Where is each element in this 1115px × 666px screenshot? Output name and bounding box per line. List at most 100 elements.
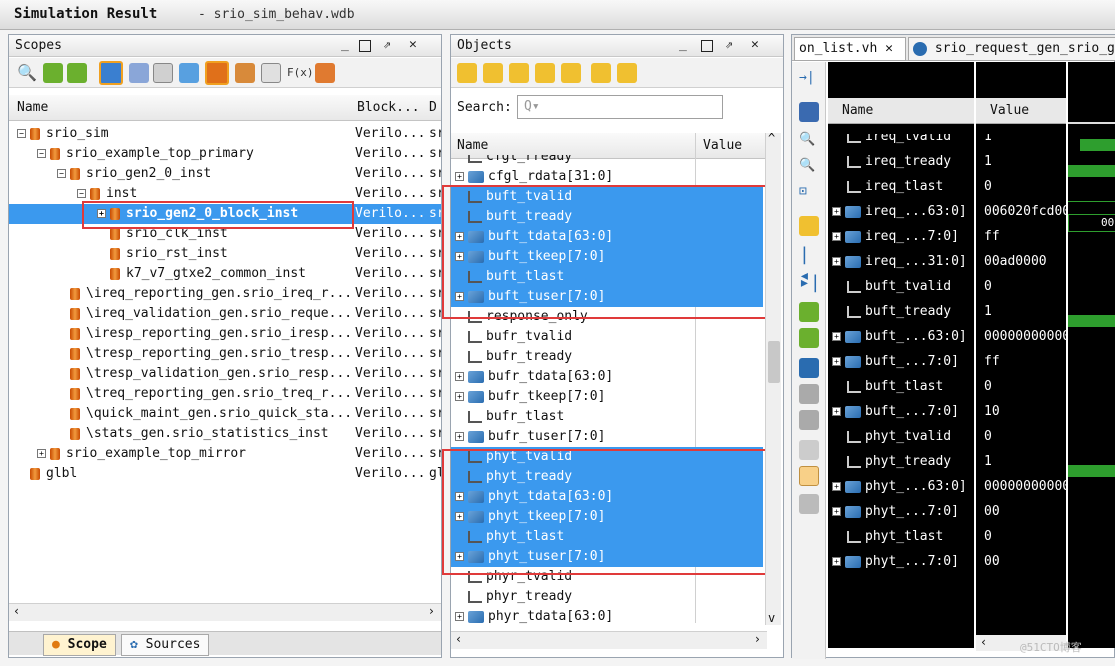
floating-ruler-icon[interactable] [799, 494, 819, 514]
goto-time-icon[interactable] [799, 216, 819, 236]
snap-transition-icon[interactable] [799, 466, 819, 486]
wave-signal-name[interactable]: ireq_tvalid [828, 134, 974, 149]
expand-icon[interactable]: + [832, 207, 841, 216]
scope-row[interactable]: \quick_maint_gen.srio_quick_sta... Verilo… [9, 404, 441, 424]
object-row[interactable]: bufr_tlast [451, 407, 763, 427]
zoom-in-icon[interactable]: 🔍 [799, 132, 819, 152]
input-filter-icon[interactable] [483, 63, 503, 83]
scope-row[interactable]: srio_rst_inst Verilo... sr [9, 244, 441, 264]
objects-vscroll[interactable]: ^ v [765, 131, 781, 625]
close-icon[interactable]: ✕ [751, 37, 759, 52]
minimize-icon[interactable]: _ [679, 37, 687, 52]
tab-on-list[interactable]: on_list.vh ✕ [794, 37, 906, 61]
collapse-icon[interactable]: − [37, 149, 46, 158]
wave-signal-name[interactable]: phyt_tvalid [828, 424, 974, 449]
minimize-icon[interactable]: _ [341, 37, 349, 52]
tab-sources[interactable]: ✿ Sources [121, 634, 210, 656]
swap-cursors-icon[interactable] [799, 440, 819, 460]
object-row[interactable]: bufr_tvalid [451, 327, 763, 347]
object-row[interactable]: + phyr_tdata[63:0] [451, 607, 763, 625]
wave-signal-name[interactable]: ireq_tlast [828, 174, 974, 199]
wave-col-name-header[interactable]: Name [828, 98, 974, 124]
search-icon[interactable] [457, 63, 477, 83]
search-input[interactable]: Q▾ [517, 95, 723, 119]
instance-filter-icon[interactable] [129, 63, 149, 83]
wave-signal-name[interactable]: phyt_tlast [828, 524, 974, 549]
scopes-col-block[interactable]: Block... [357, 100, 420, 115]
goto-cursor-icon[interactable]: →| [799, 70, 819, 90]
reload-icon[interactable] [315, 63, 335, 83]
expand-icon[interactable]: + [832, 232, 841, 241]
wave-signal-name[interactable]: buft_tlast [828, 374, 974, 399]
object-row[interactable]: + bufr_tdata[63:0] [451, 367, 763, 387]
object-row[interactable]: bufr_tready [451, 347, 763, 367]
constant-filter-icon[interactable] [591, 63, 611, 83]
scope-row[interactable]: − srio_example_top_primary Verilo... sr [9, 144, 441, 164]
scroll-thumb[interactable] [768, 341, 780, 383]
scope-row[interactable]: − srio_gen2_0_inst Verilo... sr [9, 164, 441, 184]
variable-filter-icon[interactable] [617, 63, 637, 83]
expand-icon[interactable]: + [832, 357, 841, 366]
expand-icon[interactable]: + [832, 332, 841, 341]
collapse-icon[interactable]: − [77, 189, 86, 198]
scopes-hscroll[interactable]: ‹ › [9, 603, 441, 621]
module-filter-icon[interactable] [99, 61, 123, 85]
scope-row[interactable]: \treq_reporting_gen.srio_treq_r... Verilo… [9, 384, 441, 404]
internal-filter-icon[interactable] [561, 63, 581, 83]
scope-row[interactable]: \tresp_validation_gen.srio_resp... Verilo… [9, 364, 441, 384]
next-transition-icon[interactable] [799, 328, 819, 348]
refresh-icon[interactable] [179, 63, 199, 83]
collapse-icon[interactable]: − [17, 129, 26, 138]
maximize-icon[interactable] [359, 40, 371, 52]
zoom-fit-icon[interactable]: ⊡ [799, 184, 819, 204]
zoom-out-icon[interactable]: 🔍 [799, 158, 819, 178]
close-icon[interactable]: ✕ [409, 37, 417, 52]
object-row[interactable]: + bufr_tkeep[7:0] [451, 387, 763, 407]
objects-hscroll[interactable]: ‹ › [451, 631, 767, 649]
objects-col-value[interactable]: Value [703, 138, 742, 153]
wave-signal-name[interactable]: buft_tready [828, 299, 974, 324]
scope-row[interactable]: \iresp_reporting_gen.srio_iresp... Verilo… [9, 324, 441, 344]
inout-filter-icon[interactable] [535, 63, 555, 83]
wave-signal-name[interactable]: + buft_...63:0] [828, 324, 974, 349]
wave-signal-name[interactable]: phyt_tready [828, 449, 974, 474]
goto-start-icon[interactable]: |◂ [799, 244, 819, 286]
wave-signal-name[interactable]: + phyt_...7:0] [828, 499, 974, 524]
expand-icon[interactable]: + [832, 557, 841, 566]
float-icon[interactable]: ⇗ [725, 37, 733, 52]
scopes-col-name[interactable]: Name [17, 100, 48, 115]
output-filter-icon[interactable] [509, 63, 529, 83]
save-icon[interactable] [799, 102, 819, 122]
scope-row[interactable]: k7_v7_gtxe2_common_inst Verilo... sr [9, 264, 441, 284]
expand-icon[interactable]: + [832, 407, 841, 416]
object-row[interactable]: cfgl_rready [451, 155, 763, 167]
expand-icon[interactable]: + [832, 507, 841, 516]
collapse-all-icon[interactable] [43, 63, 63, 83]
expand-icon[interactable]: + [455, 372, 464, 381]
package-filter-icon[interactable] [235, 63, 255, 83]
add-marker-icon[interactable] [799, 358, 819, 378]
expand-icon[interactable]: + [832, 257, 841, 266]
block-filter-icon[interactable] [261, 63, 281, 83]
scope-row[interactable]: \stats_gen.srio_statistics_inst Verilo...… [9, 424, 441, 444]
tab-srio-request-gen[interactable]: srio_request_gen_srio_gen [908, 37, 1115, 61]
scope-row[interactable]: + srio_example_top_mirror Verilo... sr [9, 444, 441, 464]
scope-row[interactable]: \ireq_reporting_gen.srio_ireq_r... Verilo… [9, 284, 441, 304]
wave-signal-name[interactable]: + buft_...7:0] [828, 349, 974, 374]
prev-marker-icon[interactable] [799, 384, 819, 404]
float-icon[interactable]: ⇗ [383, 37, 391, 52]
expand-icon[interactable]: + [37, 449, 46, 458]
process-filter-icon[interactable] [153, 63, 173, 83]
expand-icon[interactable]: + [455, 172, 464, 181]
scope-row[interactable]: glbl Verilo... gl [9, 464, 441, 484]
goto-end-icon[interactable]: ▸| [799, 272, 821, 293]
expand-all-icon[interactable] [67, 63, 87, 83]
object-row[interactable]: + cfgl_rdata[31:0] [451, 167, 763, 187]
wave-col-value-header[interactable]: Value [976, 98, 1066, 124]
wave-signal-name[interactable]: + buft_...7:0] [828, 399, 974, 424]
objects-col-name[interactable]: Name [457, 138, 488, 153]
collapse-icon[interactable]: − [57, 169, 66, 178]
scope-row[interactable]: \ireq_validation_gen.srio_reque... Verilo… [9, 304, 441, 324]
wave-signal-name[interactable]: + ireq_...7:0] [828, 224, 974, 249]
expand-icon[interactable]: + [455, 612, 464, 621]
